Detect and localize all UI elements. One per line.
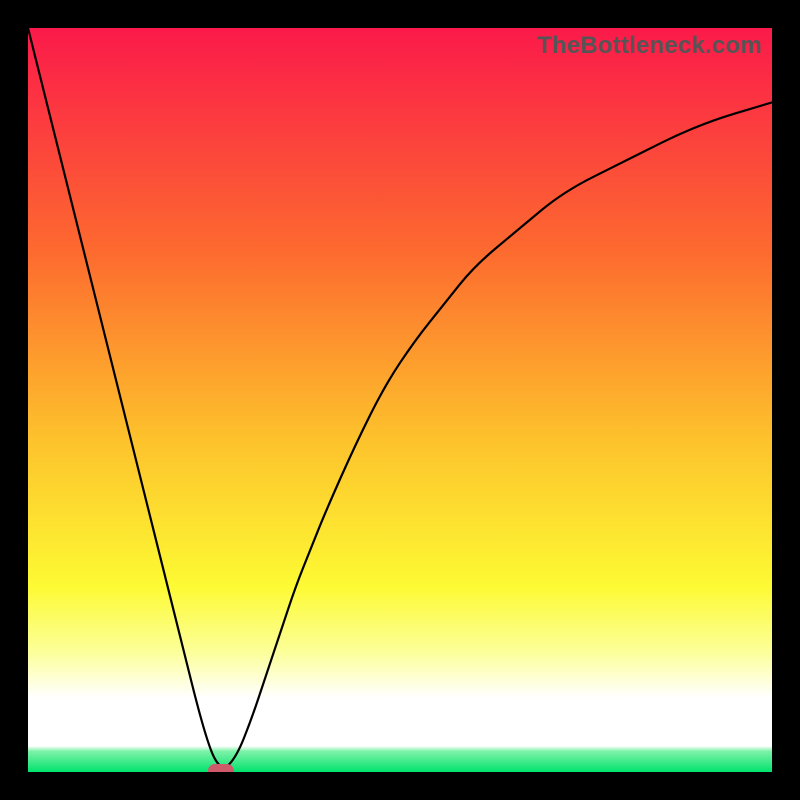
min-marker <box>208 764 234 772</box>
bottleneck-curve <box>28 28 772 767</box>
chart-frame: TheBottleneck.com <box>0 0 800 800</box>
curve-layer <box>28 28 772 772</box>
watermark: TheBottleneck.com <box>537 32 762 60</box>
plot-area: TheBottleneck.com <box>28 28 772 772</box>
